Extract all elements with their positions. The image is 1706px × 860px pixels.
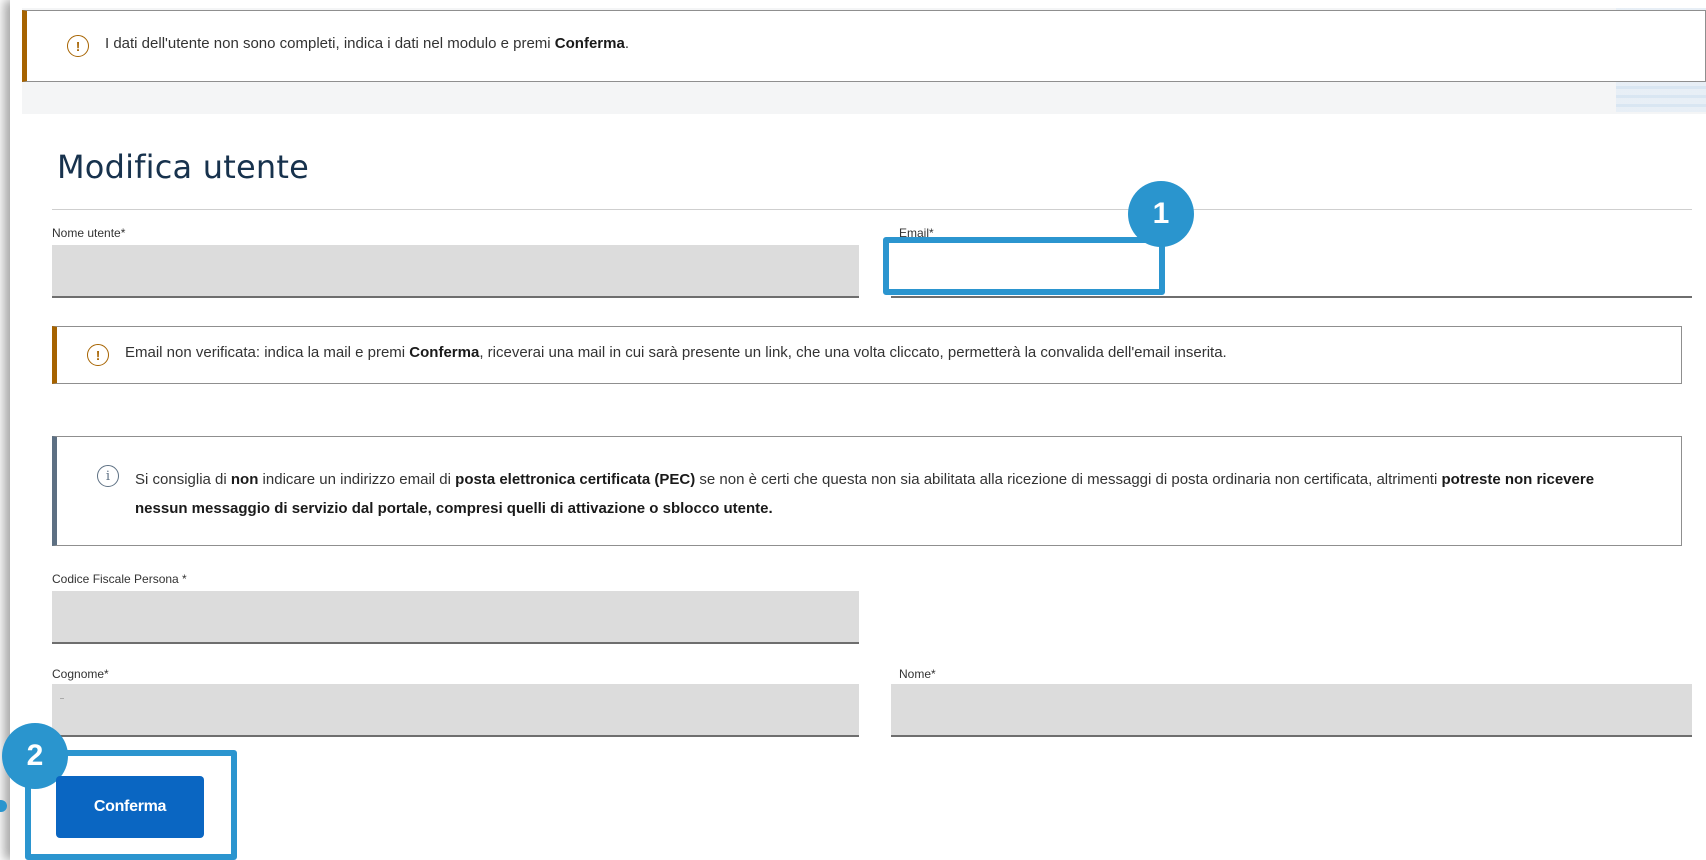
codice-fiscale-field[interactable] [52, 591, 859, 644]
callout-badge-1: 1 [1128, 181, 1194, 247]
pec-info-alert: i Si consiglia di non indicare un indiri… [52, 436, 1682, 546]
alert-text: Email non verificata: indica la mail e p… [125, 344, 1227, 361]
exclamation-circle-icon: ! [87, 344, 109, 366]
highlight-email-box [883, 237, 1165, 295]
exclamation-circle-icon: ! [67, 35, 89, 57]
cognome-label: Cognome* [52, 667, 109, 681]
nome-utente-label: Nome utente* [52, 226, 126, 240]
alert-text: Si consiglia di non indicare un indirizz… [135, 471, 1595, 517]
email-not-verified-alert: ! Email non verificata: indica la mail e… [52, 326, 1682, 384]
codice-fiscale-label: Codice Fiscale Persona * [52, 572, 187, 586]
nome-utente-field[interactable] [52, 245, 859, 298]
incomplete-data-alert: ! I dati dell'utente non sono completi, … [22, 10, 1706, 82]
field-cursor [60, 698, 64, 699]
nome-label: Nome* [899, 667, 936, 681]
nome-field[interactable] [891, 684, 1692, 737]
title-divider [52, 209, 1692, 210]
alert-text: I dati dell'utente non sono completi, in… [105, 35, 629, 52]
page-title: Modifica utente [57, 148, 309, 186]
callout-dot [0, 800, 7, 812]
confirm-button[interactable]: Conferma [56, 776, 204, 838]
info-circle-icon: i [97, 465, 119, 487]
cognome-field[interactable] [52, 684, 859, 737]
